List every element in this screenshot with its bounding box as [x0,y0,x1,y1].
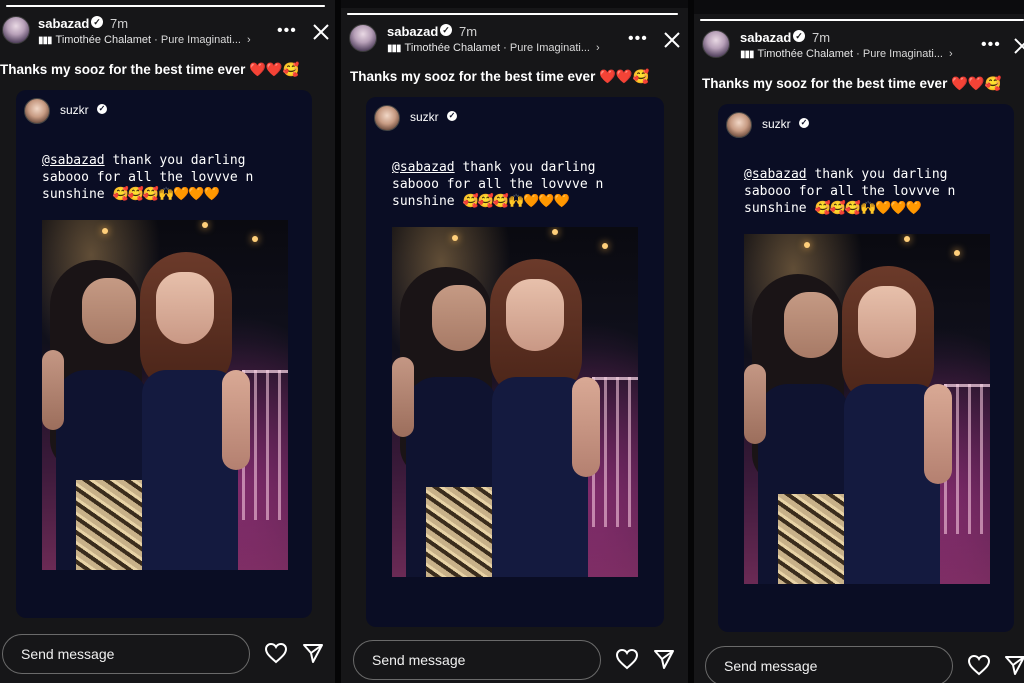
mention-link[interactable]: @sabazad [744,167,807,182]
post-emojis: 🥰🥰🥰🙌🧡🧡🧡 [814,201,921,216]
story-avatar[interactable] [2,16,30,44]
heart-icon[interactable] [264,642,288,664]
shared-post-username[interactable]: suzkr [762,117,791,131]
story-time: 7m [459,24,478,39]
send-message-input[interactable] [705,646,953,683]
reply-bar [694,642,1024,683]
story-music-info[interactable]: ▮▮▮ Timothée Chalamet · Pure Imaginati...… [38,34,251,46]
shared-post-avatar[interactable] [24,98,50,124]
send-icon[interactable] [1004,654,1024,676]
caption-emojis: ❤️❤️🥰 [599,69,650,84]
music-bars-icon: ▮▮▮ [387,43,401,54]
post-text-line1: thank you darling [104,153,246,168]
send-icon[interactable] [653,648,675,670]
caption-text: Thanks my sooz for the best time ever [350,69,596,84]
music-bars-icon: ▮▮▮ [38,35,52,46]
story-caption: Thanks my sooz for the best time ever ❤️… [0,62,300,78]
post-text-line3: sunshine [744,201,807,216]
heart-icon[interactable] [615,648,639,670]
reply-bar [341,636,688,683]
caption-text: Thanks my sooz for the best time ever [702,76,948,91]
story-progress-bar [6,5,325,7]
post-emojis: 🥰🥰🥰🙌🧡🧡🧡 [112,187,219,202]
shared-post-photo [42,220,288,570]
send-icon[interactable] [302,642,324,664]
shared-post-card[interactable]: suzkr ✓ @sabazad thank you darling saboo… [16,90,312,618]
story-time: 7m [110,16,129,31]
post-text-line1: thank you darling [454,160,596,175]
story-caption: Thanks my sooz for the best time ever ❤️… [702,76,1002,92]
verified-badge-icon: ✓ [799,118,809,128]
shared-post-text: @sabazad thank you darling sabooo for al… [392,159,642,210]
caption-emojis: ❤️❤️🥰 [249,62,300,77]
verified-badge-icon: ✓ [793,30,805,42]
story-username[interactable]: sabazad [38,16,89,31]
post-text-line3: sunshine [42,187,105,202]
music-artist: Timothée Chalamet [404,42,501,54]
story-panel-1: sabazad ✓ 7m ▮▮▮ Timothée Chalamet · Pure… [0,0,335,683]
story-avatar[interactable] [702,30,730,58]
close-icon[interactable] [1012,36,1024,56]
more-icon[interactable]: ••• [277,23,297,39]
mention-link[interactable]: @sabazad [392,160,455,175]
reply-bar [0,630,335,678]
story-progress-bar [700,19,1024,21]
music-song: Pure Imaginati... [160,34,241,46]
music-artist: Timothée Chalamet [757,48,854,60]
story-header: sabazad ✓ 7m ▮▮▮ Timothée Chalamet · Pure… [341,20,688,60]
story-caption: Thanks my sooz for the best time ever ❤️… [350,69,650,85]
story-panel-2: sabazad ✓ 7m ▮▮▮ Timothée Chalamet · Pure… [341,8,688,683]
music-bars-icon: ▮▮▮ [740,49,754,60]
send-message-input[interactable] [353,640,601,680]
post-text-line1: thank you darling [806,167,948,182]
heart-icon[interactable] [967,654,991,676]
story-music-info[interactable]: ▮▮▮ Timothée Chalamet · Pure Imaginati...… [387,42,600,54]
shared-post-photo [392,227,638,577]
shared-post-text: @sabazad thank you darling sabooo for al… [744,166,994,217]
story-username[interactable]: sabazad [387,24,438,39]
music-artist: Timothée Chalamet [55,34,152,46]
story-panel-3: sabazad ✓ 7m ▮▮▮ Timothée Chalamet · Pure… [694,14,1024,683]
music-song: Pure Imaginati... [509,42,590,54]
shared-post-card[interactable]: suzkr ✓ @sabazad thank you darling saboo… [366,97,664,627]
verified-badge-icon: ✓ [440,24,452,36]
post-text-line3: sunshine [392,194,455,209]
mention-link[interactable]: @sabazad [42,153,105,168]
story-progress-bar [347,13,678,15]
post-emojis: 🥰🥰🥰🙌🧡🧡🧡 [462,194,569,209]
chevron-right-icon: › [948,48,953,60]
shared-post-photo [744,234,990,584]
shared-post-avatar[interactable] [374,105,400,131]
story-username[interactable]: sabazad [740,30,791,45]
story-screenshots-collage: sabazad ✓ 7m ▮▮▮ Timothée Chalamet · Pure… [0,0,1024,683]
chevron-right-icon: › [595,42,600,54]
more-icon[interactable]: ••• [628,31,648,47]
send-message-input[interactable] [2,634,250,674]
shared-post-username[interactable]: suzkr [410,110,439,124]
verified-badge-icon: ✓ [97,104,107,114]
story-header: sabazad ✓ 7m ▮▮▮ Timothée Chalamet · Pure… [0,12,335,52]
verified-badge-icon: ✓ [91,16,103,28]
story-time: 7m [812,30,831,45]
close-icon[interactable] [311,22,331,42]
shared-post-username[interactable]: suzkr [60,103,89,117]
post-text-line2: sabooo for all the lovvve n [744,184,956,199]
shared-post-card[interactable]: suzkr ✓ @sabazad thank you darling saboo… [718,104,1014,632]
music-song: Pure Imaginati... [862,48,943,60]
post-text-line2: sabooo for all the lovvve n [42,170,254,185]
story-music-info[interactable]: ▮▮▮ Timothée Chalamet · Pure Imaginati...… [740,48,953,60]
post-text-line2: sabooo for all the lovvve n [392,177,604,192]
more-icon[interactable]: ••• [981,37,1001,53]
shared-post-text: @sabazad thank you darling sabooo for al… [42,152,292,203]
verified-badge-icon: ✓ [447,111,457,121]
close-icon[interactable] [662,30,682,50]
story-avatar[interactable] [349,24,377,52]
shared-post-avatar[interactable] [726,112,752,138]
story-header: sabazad ✓ 7m ▮▮▮ Timothée Chalamet · Pure… [694,26,1024,66]
caption-emojis: ❤️❤️🥰 [951,76,1002,91]
caption-text: Thanks my sooz for the best time ever [0,62,246,77]
chevron-right-icon: › [246,34,251,46]
